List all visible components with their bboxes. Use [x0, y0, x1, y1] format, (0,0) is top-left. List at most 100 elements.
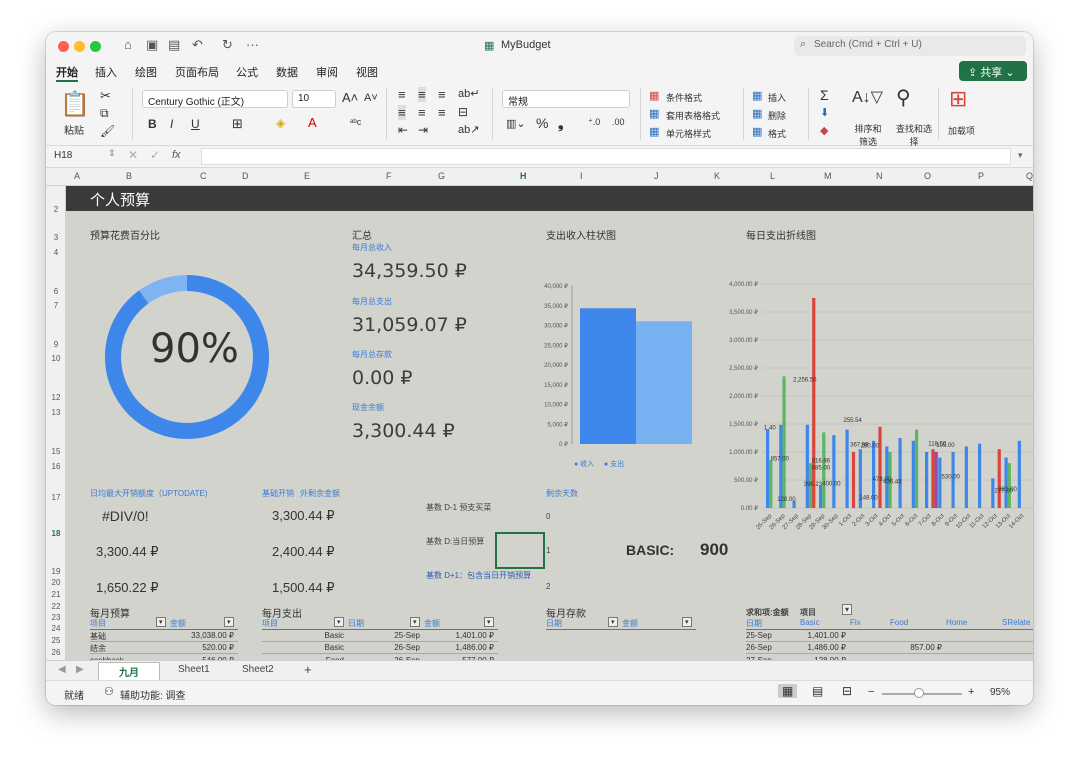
name-box-stepper-icon[interactable]: ⇕ — [108, 148, 116, 159]
row-header-10[interactable]: 10 — [46, 354, 66, 363]
orientation-icon[interactable]: ab↗ — [458, 123, 479, 136]
align-middle-icon[interactable]: ≡ — [418, 87, 426, 102]
table-filter-button[interactable]: ▾ — [224, 617, 234, 627]
budget-table[interactable]: 项目▾金额▾基础33,038.00 ₽结余520.00 ₽cashback546… — [90, 617, 238, 660]
value-cell-1[interactable]: 3,300.44 ₽ — [96, 544, 159, 560]
tab-data[interactable]: 数据 — [276, 64, 298, 80]
table-cell[interactable]: 1,401.00 ₽ — [800, 631, 846, 640]
sort-filter-label[interactable]: 排序和筛选 — [852, 122, 884, 148]
add-sheet-icon[interactable]: + — [304, 662, 312, 677]
find-icon[interactable]: ⚲ — [896, 85, 911, 110]
underline-icon[interactable]: U — [191, 117, 200, 131]
table-cell[interactable]: 33,038.00 ₽ — [170, 631, 234, 640]
format-painter-icon[interactable]: 🖌 — [100, 124, 115, 138]
more-icon[interactable]: ··· — [246, 37, 259, 52]
column-header-m[interactable]: M — [824, 171, 832, 181]
table-header-saving-0[interactable]: 日期 — [546, 618, 562, 629]
row-header-20[interactable]: 20 — [46, 578, 66, 587]
clear-icon[interactable]: ◆ — [820, 124, 828, 137]
row-header-7[interactable]: 7 — [46, 301, 66, 310]
column-header-i[interactable]: I — [580, 171, 583, 181]
share-button[interactable]: ⇪ 共享 ⌄ — [959, 61, 1027, 81]
remaining-cell-3[interactable]: 1,500.44 ₽ — [272, 580, 335, 596]
table-header-pivot-1[interactable]: Basic — [800, 618, 820, 627]
cut-icon[interactable]: ✂ — [100, 88, 111, 104]
zoom-window-button[interactable] — [90, 41, 101, 52]
table-cell[interactable]: 1,486.00 ₽ — [424, 643, 494, 652]
pivot-table[interactable]: 日期 Basic Fix Food Home SRelate 25-Sep 1,401.00 … — [746, 618, 1033, 660]
confirm-icon[interactable]: ✓ — [150, 148, 160, 162]
table-header-pivot-0[interactable]: 日期 — [746, 618, 762, 629]
column-header-q[interactable]: Q — [1026, 171, 1033, 181]
table-cell[interactable]: 25-Sep — [348, 631, 420, 640]
borders-icon[interactable]: ⊞ — [232, 116, 243, 132]
row-header-17[interactable]: 17 — [46, 493, 66, 502]
table-filter-button[interactable]: ▾ — [484, 617, 494, 627]
undo-icon[interactable]: ↶ — [192, 37, 203, 53]
sheet-tab-sheet1[interactable]: Sheet1 — [178, 664, 210, 675]
table-filter-button[interactable]: ▾ — [156, 617, 166, 627]
shrink-font-icon[interactable]: A˅ — [364, 92, 378, 104]
table-header-expense-1[interactable]: 日期 — [348, 618, 364, 629]
comma-icon[interactable]: ❟ — [558, 115, 564, 132]
table-filter-button[interactable]: ▾ — [608, 617, 618, 627]
row-header-23[interactable]: 23 — [46, 613, 66, 622]
remaining-cell-1[interactable]: 3,300.44 ₽ — [272, 508, 335, 524]
column-header-j[interactable]: J — [654, 171, 659, 181]
column-header-f[interactable]: F — [386, 171, 392, 181]
table-format-label[interactable]: 套用表格格式 — [666, 109, 720, 122]
selected-cell-h18[interactable] — [495, 532, 545, 569]
decrease-decimal-icon[interactable]: .00 — [612, 117, 625, 127]
format-cells-icon[interactable]: ▦ — [752, 125, 762, 138]
remaining-cell-2[interactable]: 2,400.44 ₽ — [272, 544, 335, 560]
table-header-budget-1[interactable]: 金额 — [170, 618, 186, 629]
zoom-in-icon[interactable]: + — [968, 686, 974, 698]
merge-icon[interactable]: ⊟ — [458, 105, 468, 119]
home-icon[interactable]: ⌂ — [124, 37, 132, 52]
table-cell[interactable]: 520.00 ₽ — [170, 643, 234, 652]
row-header-4[interactable]: 4 — [46, 248, 66, 257]
row-header-16[interactable]: 16 — [46, 462, 66, 471]
grow-font-icon[interactable]: A˄ — [342, 90, 358, 105]
column-header-k[interactable]: K — [714, 171, 720, 181]
row-header-9[interactable]: 9 — [46, 340, 66, 349]
table-cell[interactable]: 26-Sep — [746, 643, 772, 652]
sheet-area[interactable]: 个人预算 预算花费百分比 90% 汇总 每月总收入 34,359.50 ₽ 每月… — [66, 186, 1033, 660]
align-center-icon[interactable]: ≡ — [418, 105, 426, 120]
table-header-pivot-3[interactable]: Food — [890, 618, 908, 627]
decrease-indent-icon[interactable]: ⇤ — [398, 123, 408, 137]
table-cell[interactable]: 1,401.00 ₽ — [424, 631, 494, 640]
page-break-view-icon[interactable]: ⊟ — [842, 684, 852, 698]
pivot-item-filter-button[interactable]: ▾ — [842, 604, 853, 615]
sort-filter-icon[interactable]: A↓▽ — [852, 87, 883, 107]
cell-style-label[interactable]: 单元格样式 — [666, 127, 711, 140]
save-as-icon[interactable]: ▤ — [168, 37, 180, 53]
save-icon[interactable]: ▣ — [146, 37, 158, 53]
table-cell[interactable]: 26-Sep — [348, 643, 420, 652]
table-header-pivot-2[interactable]: Fix — [850, 618, 861, 627]
font-size-select[interactable]: 10 — [292, 90, 336, 108]
table-header-saving-1[interactable]: 金额 — [622, 618, 638, 629]
delete-cells-label[interactable]: 删除 — [768, 109, 786, 122]
copy-icon[interactable]: ⧉ — [100, 106, 109, 121]
table-cell[interactable]: 25-Sep — [746, 631, 772, 640]
tab-page-layout[interactable]: 页面布局 — [175, 64, 219, 80]
close-window-button[interactable] — [58, 41, 69, 52]
align-top-icon[interactable]: ≡ — [398, 87, 406, 102]
prev-sheet-icon[interactable]: ◀ — [58, 664, 66, 675]
column-header-b[interactable]: B — [126, 171, 132, 181]
tab-draw[interactable]: 绘图 — [135, 64, 157, 80]
currency-icon[interactable]: ▥⌄ — [506, 117, 526, 130]
cell-style-icon[interactable]: ▦ — [649, 125, 659, 138]
tab-insert[interactable]: 插入 — [95, 64, 117, 80]
table-format-icon[interactable]: ▦ — [649, 107, 659, 120]
number-format-select[interactable]: 常规 — [502, 90, 630, 108]
table-header-pivot-5[interactable]: SRelate — [1002, 618, 1030, 627]
align-right-icon[interactable]: ≡ — [438, 105, 446, 120]
table-cell[interactable]: 857.00 ₽ — [890, 643, 942, 652]
insert-cells-icon[interactable]: ▦ — [752, 89, 762, 102]
zoom-slider-thumb[interactable] — [914, 688, 924, 698]
row-header-19[interactable]: 19 — [46, 567, 66, 576]
div-error-cell[interactable]: #DIV/0! — [102, 508, 149, 524]
insert-cells-label[interactable]: 插入 — [768, 91, 786, 104]
